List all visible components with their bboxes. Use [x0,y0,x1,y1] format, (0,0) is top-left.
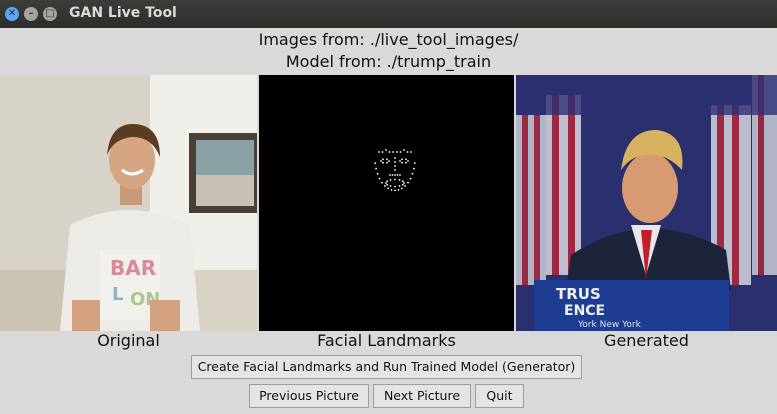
model-source-label: Model from: ./trump_train [285,52,492,71]
landmark-point [398,179,401,181]
landmark-point [396,151,398,153]
podium-line-1: TRUS [556,285,601,303]
caption-generated: Generated [604,331,689,350]
landmark-point [394,169,396,171]
landmark-point [386,161,388,164]
landmark-point [391,174,394,176]
landmark-point [374,162,377,164]
landmark-point [406,151,409,153]
landmark-point [413,162,416,164]
landmark-point [401,158,403,161]
images-source-label: Images from: ./live_tool_images/ [258,30,519,49]
caption-facial-landmarks: Facial Landmarks [317,331,456,350]
landmark-point [403,182,405,184]
landmark-point [411,172,414,175]
landmark-points [374,149,416,192]
landmark-point [410,151,412,153]
minimize-icon[interactable]: – [24,7,38,21]
landmark-point [409,177,412,180]
landmark-point [397,189,400,191]
landmark-point [381,151,384,153]
landmark-point [401,180,404,183]
next-picture-button[interactable]: Next Picture [373,384,471,408]
landmark-point [394,161,396,163]
landmark-point [399,160,401,162]
landmark-point [375,167,377,170]
close-icon[interactable]: ✕ [5,7,19,21]
previous-picture-button[interactable]: Previous Picture [249,384,369,408]
landmark-point [405,161,407,164]
title-bar: ✕ – □ GAN Live Tool [0,0,777,28]
landmark-point [388,151,391,153]
landmark-point [394,189,396,192]
landmark-point [386,180,389,183]
landmark-point [389,179,392,181]
landmark-point [386,183,389,186]
landmark-point [396,174,399,176]
landmark-point [403,149,405,151]
podium-line-2: ENCE [564,303,605,319]
landmark-point [394,165,396,167]
landmark-point [382,161,384,164]
landmark-point [381,181,383,184]
landmark-point [385,149,387,151]
svg-text:L: L [112,284,123,305]
landmark-point [392,151,394,153]
original-image: BAR L ON [0,75,257,331]
landmark-point [407,181,409,184]
landmark-point [378,177,381,180]
landmark-point [382,158,384,161]
landmark-point [401,183,404,186]
facial-landmarks-image [259,75,514,331]
svg-text:BAR: BAR [110,256,156,280]
landmark-point [413,167,415,170]
landmark-point [376,172,379,175]
landmark-point [378,151,380,153]
generated-image: TRUS ENCE York New York [516,75,777,331]
landmark-point [404,185,406,187]
landmark-point [386,158,388,161]
landmark-point [407,160,409,162]
landmark-point [384,185,386,187]
landmark-point [405,158,407,161]
landmark-point [394,157,396,159]
landmark-point [380,160,382,162]
landmark-point [389,174,391,176]
window-title: GAN Live Tool [69,5,177,21]
landmark-point [394,178,396,181]
landmark-point [385,182,387,184]
landmark-point [401,161,403,164]
landmark-point [399,174,401,176]
landmark-point [394,185,396,188]
landmark-point [389,185,392,187]
run-model-button[interactable]: Create Facial Landmarks and Run Trained … [191,355,582,379]
landmark-point [388,160,390,162]
landmark-point [398,185,401,187]
landmark-point [390,189,393,191]
landmark-point [394,174,396,176]
maximize-icon[interactable]: □ [43,7,57,21]
podium-line-3: York New York [577,320,642,330]
landmark-point [399,151,402,153]
caption-original: Original [97,331,160,350]
landmark-point [401,187,403,190]
landmark-point [387,187,389,190]
quit-button[interactable]: Quit [475,384,524,408]
